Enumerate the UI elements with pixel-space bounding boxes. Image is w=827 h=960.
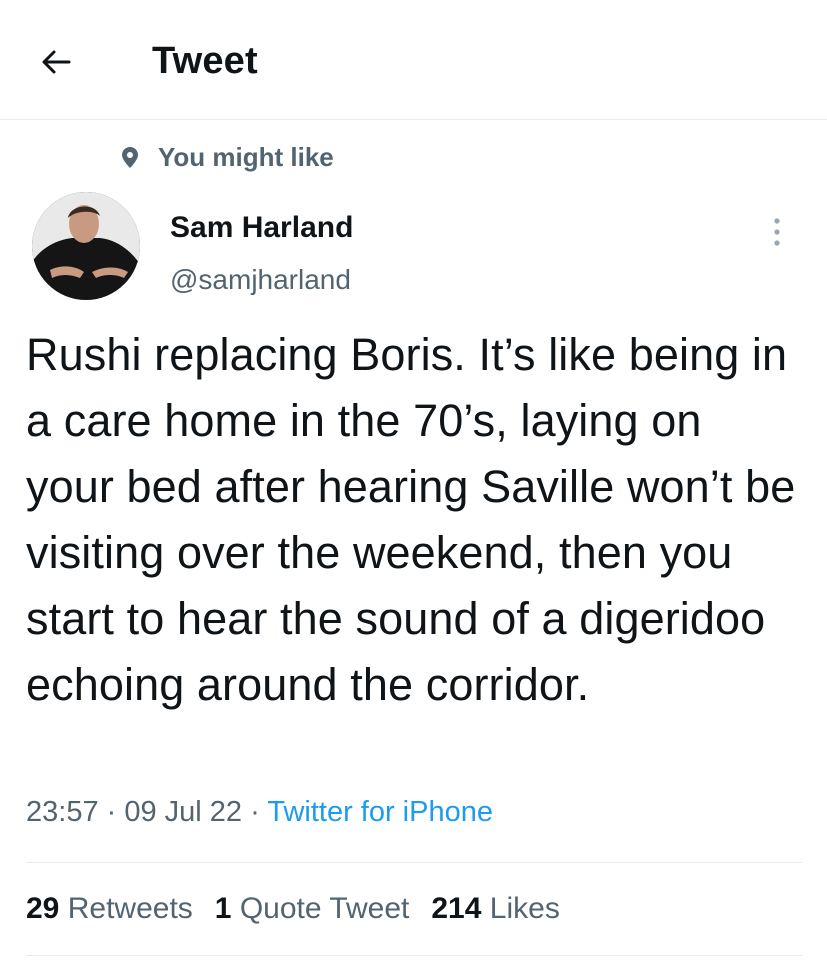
likes-label: Likes [489, 892, 560, 925]
tweet-meta: 23:57 · 09 Jul 22 · Twitter for iPhone [26, 796, 493, 829]
tweet-source-link[interactable]: Twitter for iPhone [267, 796, 493, 828]
more-options-button[interactable] [760, 212, 794, 252]
vertical-dots-icon [774, 218, 780, 246]
context-text: You might like [158, 142, 334, 172]
top-bar: Tweet [0, 0, 827, 120]
likes-stat[interactable]: 214 Likes [431, 892, 559, 926]
author-name[interactable]: Sam Harland [170, 211, 353, 245]
likes-count: 214 [431, 892, 482, 925]
tweet-text: Rushi replacing Boris. It’s like being i… [26, 329, 796, 710]
arrow-left-icon [42, 50, 71, 74]
engagement-stats: 29 Retweets 1 Quote Tweet 214 Likes [26, 892, 560, 926]
divider [26, 862, 802, 863]
avatar[interactable] [32, 192, 140, 300]
retweets-stat[interactable]: 29 Retweets [26, 892, 193, 926]
retweets-count: 29 [26, 892, 60, 925]
separator-dot: · [250, 796, 268, 828]
tweet-time[interactable]: 23:57 [26, 796, 99, 828]
context-label: You might like [120, 142, 334, 173]
page-title: Tweet [152, 40, 258, 82]
quote-tweets-label: Quote Tweet [239, 892, 410, 925]
tweet-date[interactable]: 09 Jul 22 [124, 796, 242, 828]
back-button[interactable] [34, 42, 78, 82]
divider [26, 955, 802, 956]
author-handle[interactable]: @samjharland [170, 264, 351, 296]
retweets-label: Retweets [67, 892, 193, 925]
location-pin-icon [120, 145, 142, 171]
separator-dot: · [106, 796, 125, 828]
quote-tweets-stat[interactable]: 1 Quote Tweet [215, 892, 410, 926]
quote-tweets-count: 1 [214, 892, 232, 925]
